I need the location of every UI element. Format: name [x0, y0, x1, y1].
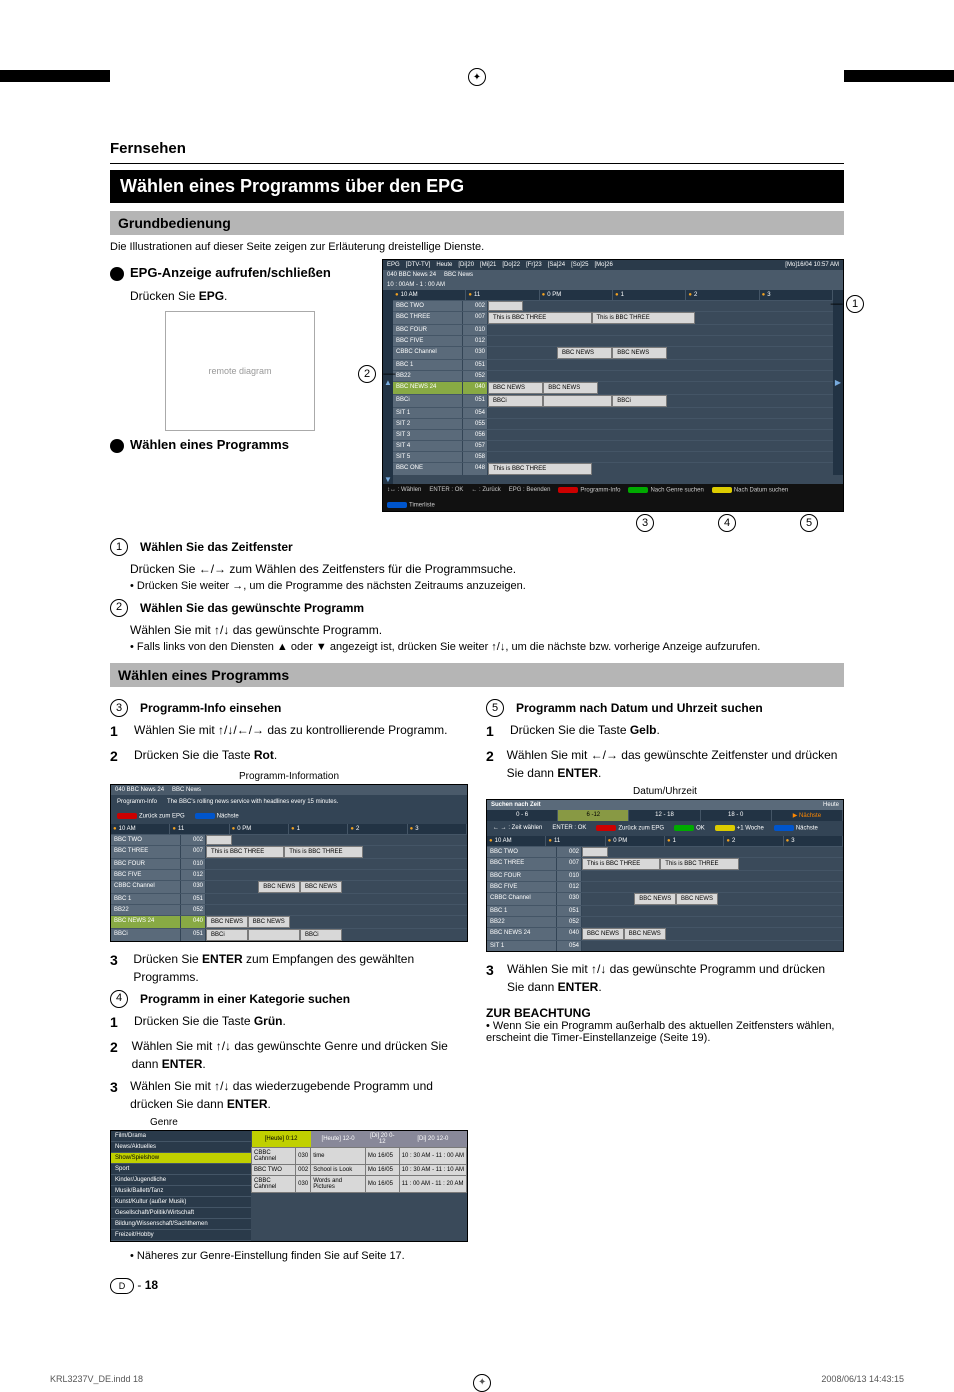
intro-text: Die Illustrationen auf dieser Seite zeig… — [110, 241, 844, 253]
step-marker-4: 4 — [110, 990, 128, 1008]
remote-diagram: remote diagram — [165, 311, 315, 431]
rc-s2: Wählen Sie mit ←/→ das gewünschte Zeitfe… — [507, 746, 844, 782]
bullet-1: EPG-Anzeige aufrufen/schließen — [130, 265, 331, 280]
step1-l2: • Drücken Sie weiter →, um die Programme… — [130, 578, 844, 595]
footer-right: 2008/06/13 14:43:15 — [821, 1374, 904, 1392]
bullet-icon — [110, 267, 124, 281]
callout-2-line: 2 — — [358, 365, 395, 383]
bullet-2: Wählen eines Programms — [130, 437, 289, 452]
date-screen: Suchen nach ZeitHeute0 - 66 -1212 - 1818… — [486, 799, 844, 952]
b1-text: Drücken Sie EPG. — [130, 289, 227, 303]
h3: Programm-Info einsehen — [140, 699, 281, 717]
lc-s4-3: Wählen Sie mit ↑/↓ das wiederzugebende P… — [130, 1077, 468, 1113]
epg-main-screen: EPG[DTV-TV]Heute[Di]20[Mi]21[Do]22[Fr]23… — [382, 259, 844, 512]
page-lang-mark: D — [110, 1278, 134, 1294]
subheader-2: Wählen eines Programms — [110, 663, 844, 687]
note-text: • Wenn Sie ein Programm außerhalb des ak… — [486, 1020, 844, 1044]
step1-head: Wählen Sie das Zeitfenster — [140, 538, 293, 556]
callout-4: 4 — [718, 514, 736, 532]
rc-s3: Wählen Sie mit ↑/↓ das gewünschte Progra… — [507, 960, 844, 996]
lc-s4-2: Wählen Sie mit ↑/↓ das gewünschte Genre … — [132, 1037, 468, 1073]
note-head: ZUR BEACHTUNG — [486, 1006, 844, 1020]
callout-1-line: — 1 — [831, 295, 868, 313]
crop-mark-icon: ✦ — [468, 68, 486, 86]
num-1: 1 — [110, 721, 126, 742]
footer-left: KRL3237V_DE.indd 18 — [50, 1374, 143, 1392]
lc-s4-1: Drücken Sie die Taste Grün. — [134, 1012, 286, 1033]
page-number: 18 — [145, 1278, 158, 1292]
h5: Programm nach Datum und Uhrzeit suchen — [516, 699, 763, 717]
pi-label: Programm-Information — [110, 771, 468, 782]
lc-s2: Drücken Sie die Taste Rot. — [134, 746, 277, 767]
prog-info-screen: 040 BBC News 24BBC NewsProgramm-InfoThe … — [110, 784, 468, 942]
step2-head: Wählen Sie das gewünschte Programm — [140, 599, 364, 617]
step-marker-5: 5 — [486, 699, 504, 717]
rc-s1: Drücken Sie die Taste Gelb. — [510, 721, 660, 742]
h4: Programm in einer Kategorie suchen — [140, 990, 350, 1008]
lc-s3: Drücken Sie ENTER zum Empfangen des gewä… — [133, 950, 468, 986]
step1-l1: Drücken Sie ←/→ zum Wählen des Zeitfenst… — [130, 560, 844, 578]
step2-l2: • Falls links von den Diensten ▲ oder ▼ … — [130, 639, 844, 656]
bullet-icon — [110, 439, 124, 453]
du-label: Datum/Uhrzeit — [486, 786, 844, 797]
lc-s1: Wählen Sie mit ↑/↓/←/→ das zu kontrollie… — [134, 721, 447, 742]
num-2: 2 — [110, 746, 126, 767]
genre-screen: Film/DramaNews/AktuellesShow/SpielshowSp… — [110, 1130, 468, 1242]
crop-mark-icon: ✦ — [473, 1374, 491, 1392]
num-3: 3 — [110, 950, 125, 986]
page-title: Wählen eines Programms über den EPG — [110, 170, 844, 203]
step2-l1: Wählen Sie mit ↑/↓ das gewünschte Progra… — [130, 621, 844, 639]
step-marker-2: 2 — [110, 599, 128, 617]
section-label: Fernsehen — [110, 140, 844, 157]
step-marker-3: 3 — [110, 699, 128, 717]
callout-3: 3 — [636, 514, 654, 532]
subheader-1: Grundbedienung — [110, 211, 844, 235]
step-marker-1: 1 — [110, 538, 128, 556]
genre-note: • Näheres zur Genre-Einstellung finden S… — [130, 1250, 468, 1262]
genre-label: Genre — [150, 1117, 468, 1128]
callout-5: 5 — [800, 514, 818, 532]
